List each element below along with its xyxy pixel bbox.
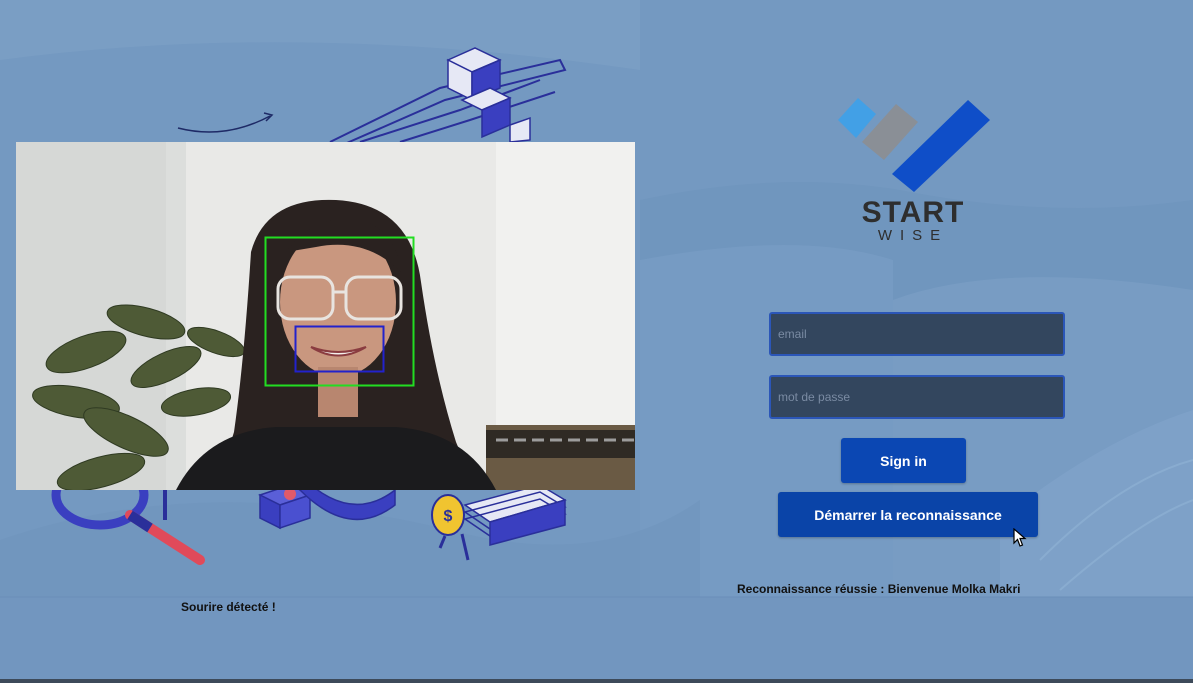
start-wise-logo: START WISE	[830, 92, 1000, 252]
email-field[interactable]	[769, 312, 1065, 356]
smile-status-message: Sourire détecté !	[181, 600, 276, 614]
sign-in-button-label: Sign in	[880, 452, 927, 469]
sign-in-button[interactable]: Sign in	[841, 438, 966, 483]
logo-mark-icon	[838, 98, 990, 192]
recognition-status-message: Reconnaissance réussie : Bienvenue Molka…	[737, 582, 1021, 596]
start-recognition-button-label: Démarrer la reconnaissance	[814, 506, 1002, 523]
logo-text-start: START	[861, 196, 965, 229]
password-field[interactable]	[769, 375, 1065, 419]
window-bottom-edge	[0, 679, 1193, 683]
mouse-cursor-icon	[1013, 528, 1027, 547]
logo-text-wise: WISE	[877, 227, 949, 244]
camera-image	[16, 142, 635, 490]
camera-feed	[16, 142, 635, 490]
svg-text:$: $	[444, 508, 453, 525]
start-recognition-button[interactable]: Démarrer la reconnaissance	[778, 492, 1038, 537]
login-window: $ START WISE email Sign in Démarrer la r…	[0, 0, 1193, 683]
